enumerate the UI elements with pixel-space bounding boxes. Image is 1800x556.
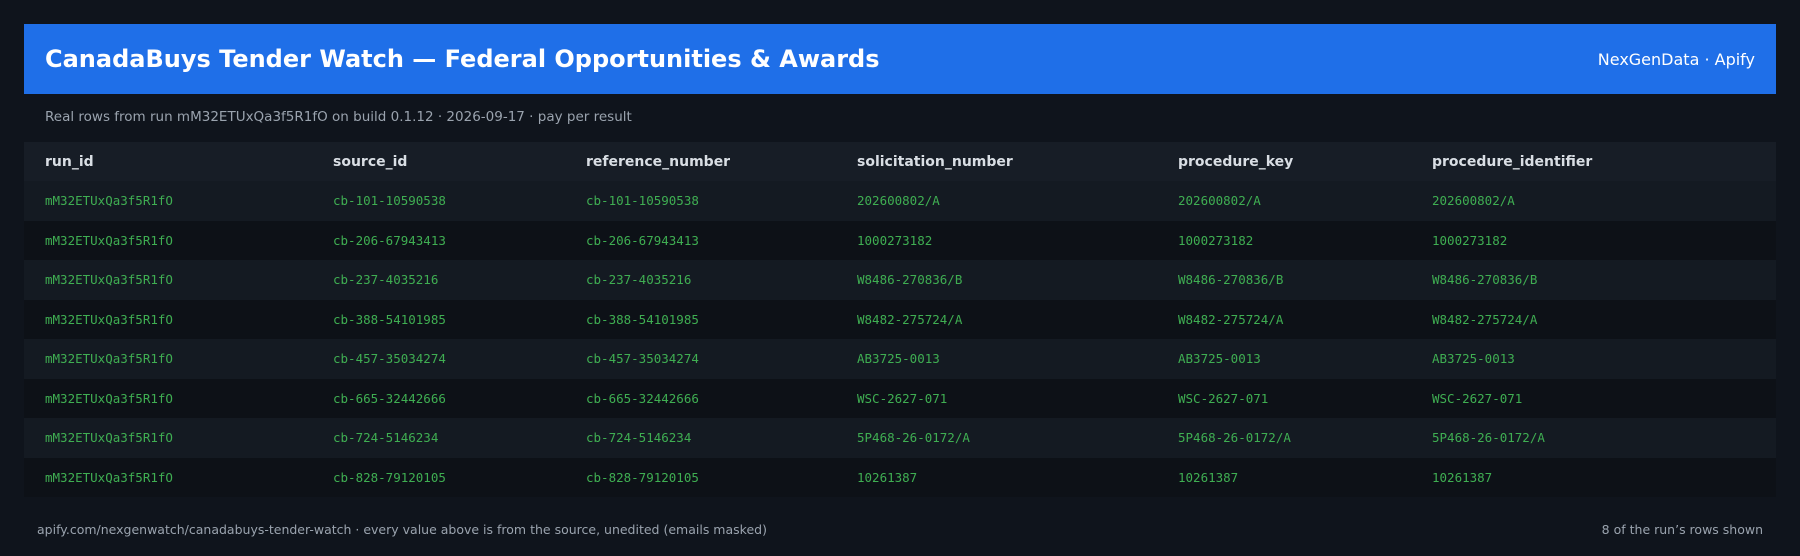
table-cell-run-id: mM32ETUxQa3f5R1fO	[24, 260, 312, 300]
table-cell-solicitation-number: W8486-270836/B	[836, 260, 1157, 300]
footer-row-count: 8 of the run’s rows shown	[1601, 522, 1763, 537]
column-header-procedure-identifier: procedure_identifier	[1411, 142, 1776, 181]
table-cell-procedure-key: WSC-2627-071	[1157, 378, 1411, 418]
page-frame: CanadaBuys Tender Watch — Federal Opport…	[0, 0, 1800, 556]
table-row: mM32ETUxQa3f5R1fO cb-206-67943413 cb-206-6…	[24, 220, 1776, 260]
column-header-run-id: run_id	[24, 142, 312, 181]
page-title: CanadaBuys Tender Watch — Federal Opport…	[45, 45, 880, 73]
table-cell-procedure-key: AB3725-0013	[1157, 339, 1411, 379]
table-cell-procedure-identifier: AB3725-0013	[1411, 339, 1776, 379]
table-body: mM32ETUxQa3f5R1fO cb-101-10590538 cb-101-1…	[24, 181, 1776, 497]
footer-source-note: apify.com/nexgenwatch/canadabuys-tender-…	[37, 522, 767, 537]
table-cell-reference-number: cb-237-4035216	[565, 260, 836, 300]
table-cell-procedure-key: 1000273182	[1157, 220, 1411, 260]
table-row: mM32ETUxQa3f5R1fO cb-828-79120105 cb-828-7…	[24, 457, 1776, 497]
table-cell-solicitation-number: W8482-275724/A	[836, 299, 1157, 339]
table-cell-run-id: mM32ETUxQa3f5R1fO	[24, 378, 312, 418]
table-cell-procedure-identifier: W8482-275724/A	[1411, 299, 1776, 339]
table-header-row: run_id source_id reference_number solicitat…	[24, 142, 1776, 181]
table-cell-solicitation-number: 1000273182	[836, 220, 1157, 260]
column-header-procedure-key: procedure_key	[1157, 142, 1411, 181]
table-cell-procedure-key: 202600802/A	[1157, 181, 1411, 221]
table-row: mM32ETUxQa3f5R1fO cb-724-5146234 cb-724-51…	[24, 418, 1776, 458]
table-cell-procedure-identifier: 1000273182	[1411, 220, 1776, 260]
results-table: run_id source_id reference_number solicitat…	[24, 142, 1776, 497]
table-cell-procedure-identifier: 10261387	[1411, 457, 1776, 497]
table-cell-run-id: mM32ETUxQa3f5R1fO	[24, 299, 312, 339]
table-cell-run-id: mM32ETUxQa3f5R1fO	[24, 181, 312, 221]
table-cell-solicitation-number: 10261387	[836, 457, 1157, 497]
table-cell-run-id: mM32ETUxQa3f5R1fO	[24, 339, 312, 379]
table-cell-procedure-key: W8482-275724/A	[1157, 299, 1411, 339]
table-cell-procedure-key: 10261387	[1157, 457, 1411, 497]
table-cell-solicitation-number: AB3725-0013	[836, 339, 1157, 379]
table-cell-procedure-key: W8486-270836/B	[1157, 260, 1411, 300]
table-cell-run-id: mM32ETUxQa3f5R1fO	[24, 457, 312, 497]
column-header-reference-number: reference_number	[565, 142, 836, 181]
table-cell-source-id: cb-206-67943413	[312, 220, 565, 260]
table-cell-source-id: cb-237-4035216	[312, 260, 565, 300]
table-row: mM32ETUxQa3f5R1fO cb-388-54101985 cb-388-5…	[24, 299, 1776, 339]
table-cell-reference-number: cb-206-67943413	[565, 220, 836, 260]
table-cell-procedure-identifier: WSC-2627-071	[1411, 378, 1776, 418]
table-cell-source-id: cb-388-54101985	[312, 299, 565, 339]
table-cell-run-id: mM32ETUxQa3f5R1fO	[24, 418, 312, 458]
table-cell-reference-number: cb-828-79120105	[565, 457, 836, 497]
column-header-solicitation-number: solicitation_number	[836, 142, 1157, 181]
table-cell-solicitation-number: WSC-2627-071	[836, 378, 1157, 418]
brand-label: NexGenData · Apify	[1597, 49, 1755, 69]
table-cell-source-id: cb-457-35034274	[312, 339, 565, 379]
table-cell-reference-number: cb-665-32442666	[565, 378, 836, 418]
table-cell-solicitation-number: 5P468-26-0172/A	[836, 418, 1157, 458]
table-row: mM32ETUxQa3f5R1fO cb-457-35034274 cb-457-3…	[24, 339, 1776, 379]
table-cell-procedure-key: 5P468-26-0172/A	[1157, 418, 1411, 458]
header-bar: CanadaBuys Tender Watch — Federal Opport…	[24, 24, 1776, 94]
table-cell-source-id: cb-665-32442666	[312, 378, 565, 418]
table-cell-solicitation-number: 202600802/A	[836, 181, 1157, 221]
table-row: mM32ETUxQa3f5R1fO cb-237-4035216 cb-237-40…	[24, 260, 1776, 300]
table-cell-run-id: mM32ETUxQa3f5R1fO	[24, 220, 312, 260]
table-cell-source-id: cb-724-5146234	[312, 418, 565, 458]
table-cell-procedure-identifier: 5P468-26-0172/A	[1411, 418, 1776, 458]
run-subtitle: Real rows from run mM32ETUxQa3f5R1fO on …	[45, 109, 632, 125]
table-cell-reference-number: cb-724-5146234	[565, 418, 836, 458]
table-row: mM32ETUxQa3f5R1fO cb-665-32442666 cb-665-3…	[24, 378, 1776, 418]
table-cell-procedure-identifier: W8486-270836/B	[1411, 260, 1776, 300]
table-cell-reference-number: cb-101-10590538	[565, 181, 836, 221]
table-cell-reference-number: cb-388-54101985	[565, 299, 836, 339]
table-cell-source-id: cb-101-10590538	[312, 181, 565, 221]
table-cell-reference-number: cb-457-35034274	[565, 339, 836, 379]
table-cell-source-id: cb-828-79120105	[312, 457, 565, 497]
table-cell-procedure-identifier: 202600802/A	[1411, 181, 1776, 221]
column-header-source-id: source_id	[312, 142, 565, 181]
table-row: mM32ETUxQa3f5R1fO cb-101-10590538 cb-101-1…	[24, 181, 1776, 221]
